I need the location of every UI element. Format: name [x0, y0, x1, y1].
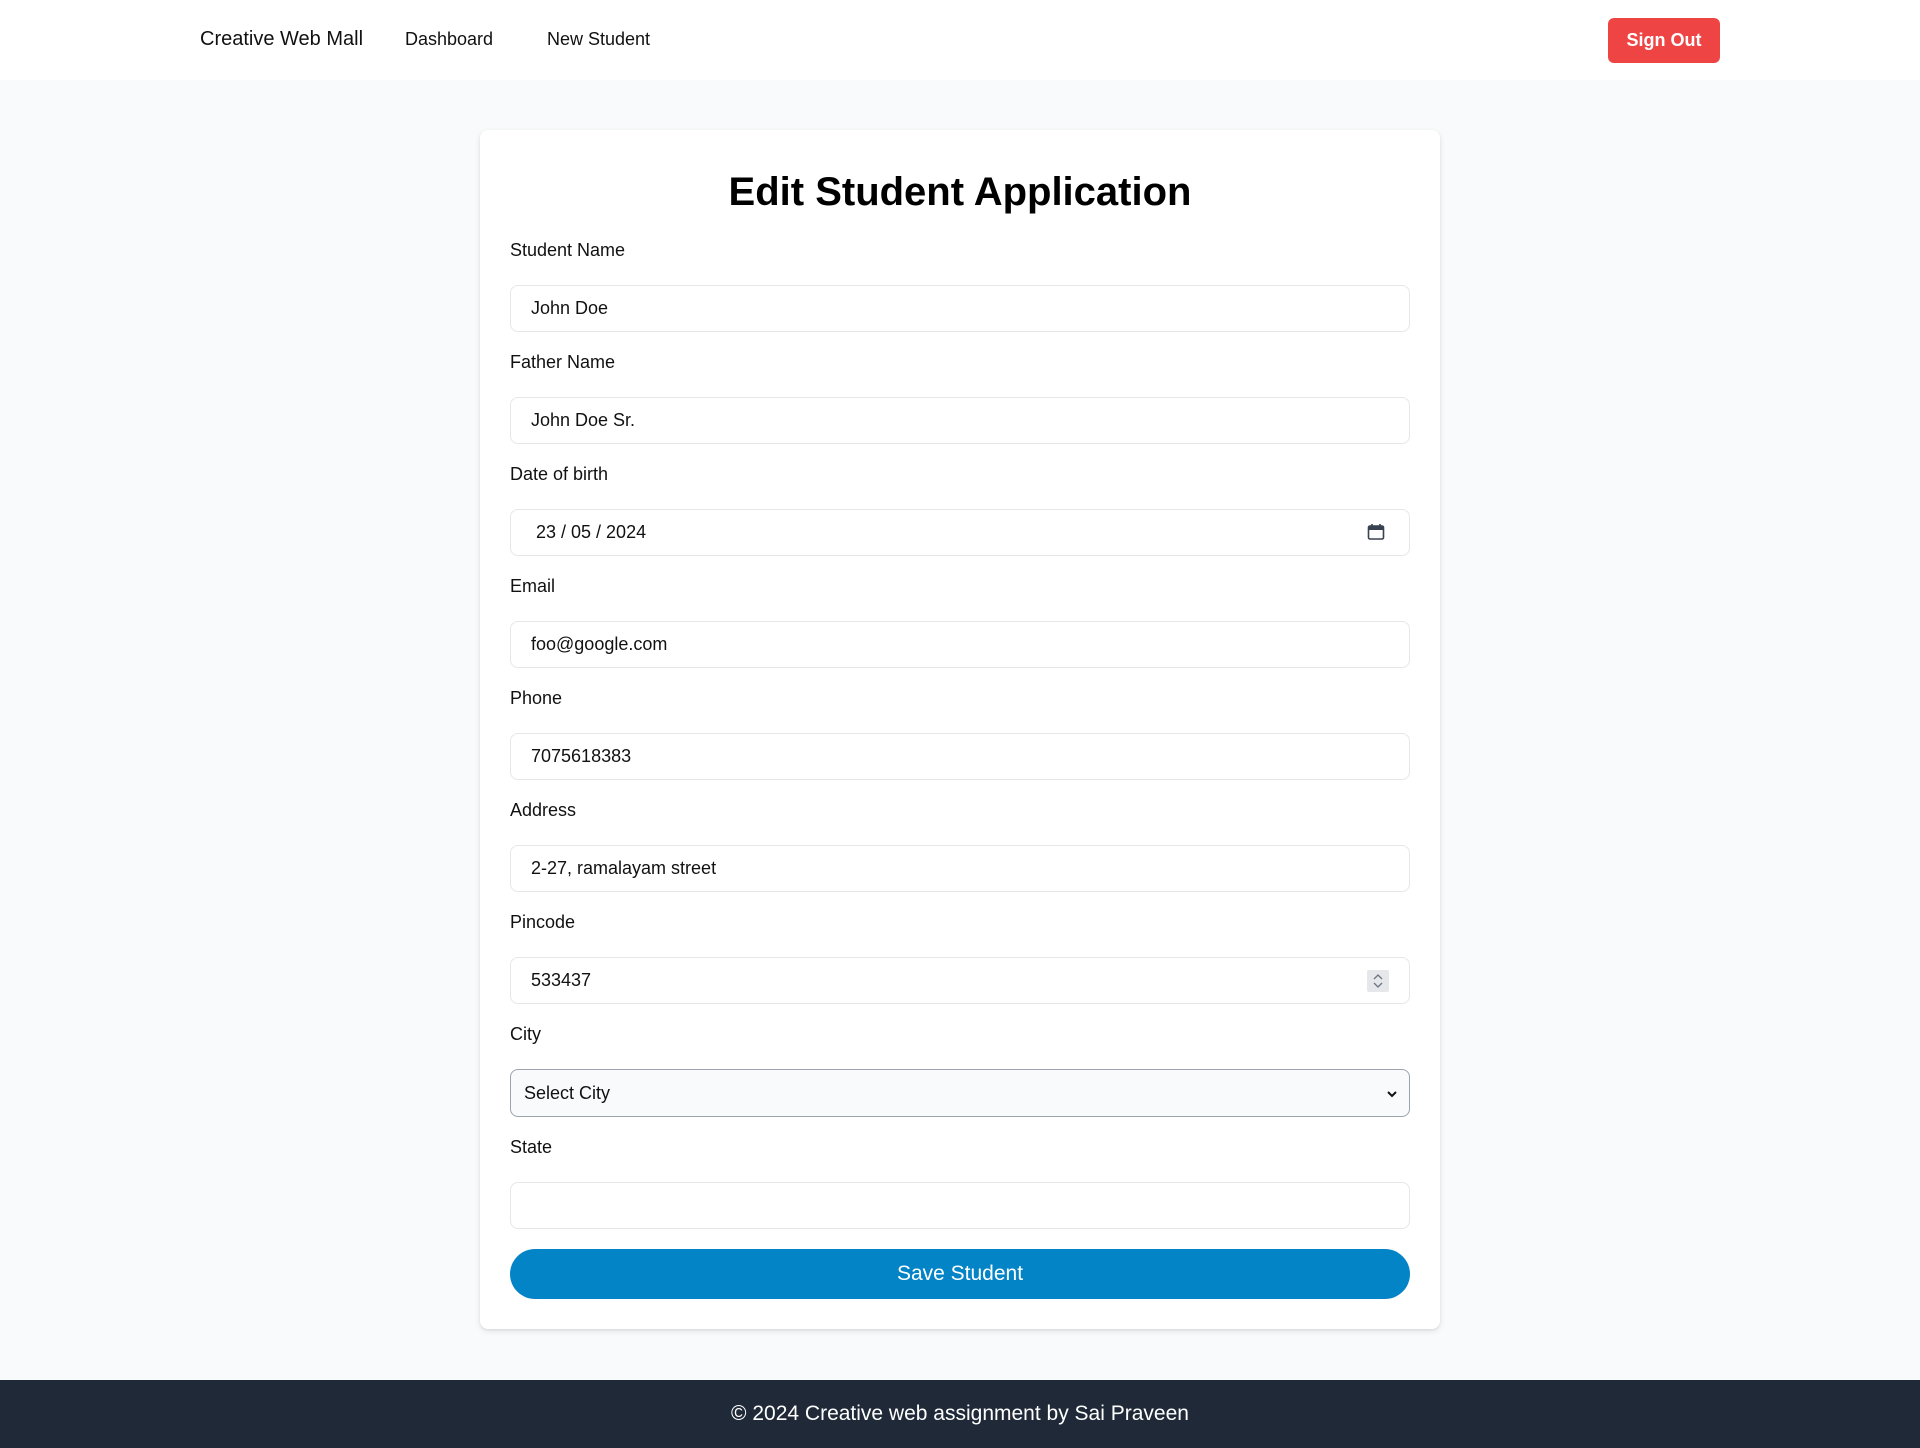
- nav-link-new-student[interactable]: New Student: [547, 29, 650, 50]
- phone-input[interactable]: 7075618383: [510, 733, 1410, 780]
- email-value: foo@google.com: [531, 634, 668, 654]
- date-of-birth-value: 23 / 05 / 2024: [536, 522, 647, 542]
- state-input[interactable]: [510, 1182, 1410, 1229]
- pincode-value: 533437: [531, 970, 592, 990]
- date-of-birth-input[interactable]: 23 / 05 / 2024: [510, 509, 1410, 556]
- father-name-label: Father Name: [510, 352, 616, 372]
- top-navbar: Creative Web Mall Dashboard New Student …: [0, 0, 1920, 80]
- chevron-down-icon: [1387, 1091, 1397, 1098]
- page-title: Edit Student Application: [728, 170, 1192, 214]
- edit-student-card: Edit Student Application Student Name Jo…: [480, 130, 1440, 1329]
- email-input[interactable]: foo@google.com: [510, 621, 1410, 668]
- city-selected-value: Select City: [524, 1082, 611, 1103]
- nav-link-dashboard[interactable]: Dashboard: [405, 29, 493, 50]
- state-label: State: [510, 1137, 553, 1157]
- student-name-input[interactable]: John Doe: [510, 285, 1410, 332]
- footer-text: © 2024 Creative web assignment by Sai Pr…: [731, 1402, 1189, 1425]
- father-name-value: John Doe Sr.: [531, 410, 636, 430]
- address-input[interactable]: 2-27, ramalayam street: [510, 845, 1410, 892]
- city-select[interactable]: Select City: [510, 1069, 1410, 1117]
- student-name-value: John Doe: [531, 298, 609, 318]
- footer: © 2024 Creative web assignment by Sai Pr…: [0, 1380, 1920, 1448]
- pincode-label: Pincode: [510, 912, 576, 932]
- number-spinner-icon[interactable]: [1367, 970, 1389, 992]
- calendar-icon[interactable]: [1367, 523, 1385, 541]
- phone-value: 7075618383: [531, 746, 632, 766]
- address-value: 2-27, ramalayam street: [531, 858, 717, 878]
- date-of-birth-label: Date of birth: [510, 464, 609, 484]
- save-student-button[interactable]: Save Student: [510, 1249, 1410, 1299]
- pincode-input[interactable]: 533437: [510, 957, 1410, 1004]
- father-name-input[interactable]: John Doe Sr.: [510, 397, 1410, 444]
- sign-out-button[interactable]: Sign Out: [1608, 18, 1720, 63]
- address-label: Address: [510, 800, 577, 820]
- brand-name[interactable]: Creative Web Mall: [200, 28, 363, 51]
- phone-label: Phone: [510, 688, 563, 708]
- email-label: Email: [510, 576, 556, 596]
- student-name-label: Student Name: [510, 240, 626, 260]
- city-label: City: [510, 1024, 541, 1044]
